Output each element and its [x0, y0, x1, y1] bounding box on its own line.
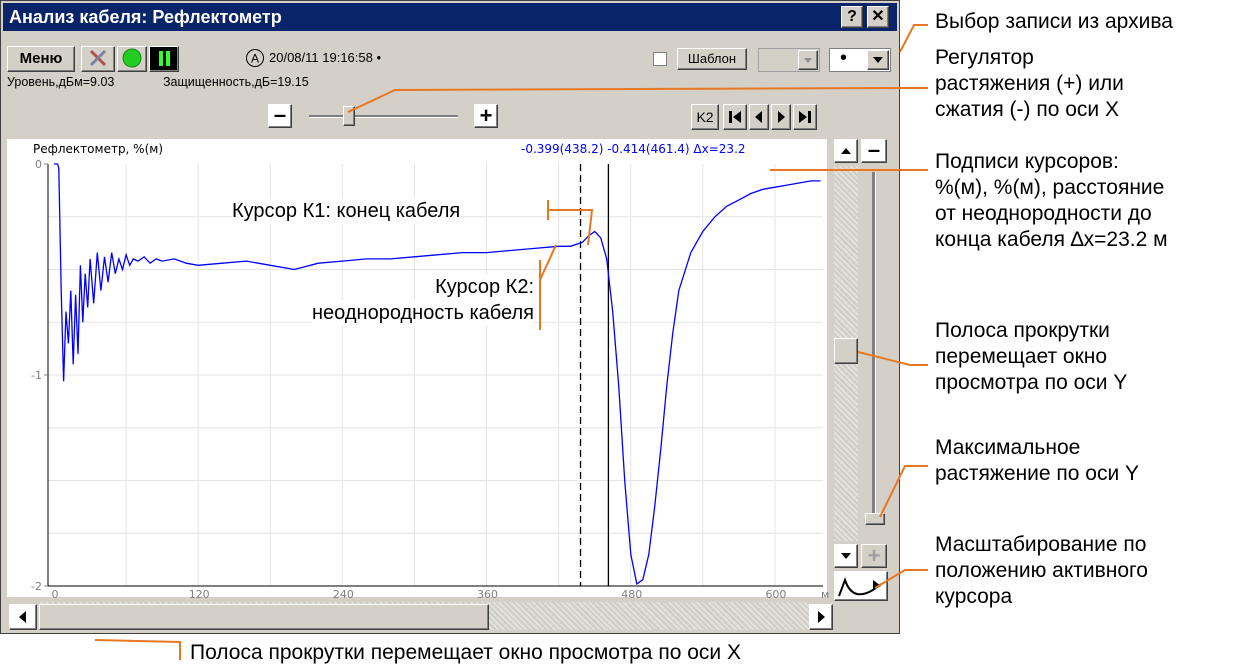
leader-cursor-k2 — [539, 244, 557, 281]
callout-scroll-y: Полоса прокрутки перемещает окно просмот… — [935, 318, 1127, 396]
callout-scroll-y-line: Полоса прокрутки — [935, 319, 1110, 342]
callout-scroll-y-line: перемещает окно — [935, 345, 1108, 368]
callout-stretch-x: Регулятор растяжения (+) или сжатия (-) … — [935, 45, 1124, 123]
callout-max-stretch-y: Максимальное растяжение по оси Y — [935, 435, 1139, 487]
callout-cursor-labels-line: Подписи курсоров: — [935, 150, 1119, 173]
leader-scroll-y — [857, 351, 928, 366]
callout-cursor-k1: Курсор К1: конец кабеля — [232, 198, 461, 224]
callout-max-stretch-y-line: растяжение по оси Y — [935, 462, 1140, 485]
callout-cursor-labels-line: конца кабеля ∆x=23.2 м — [935, 228, 1168, 251]
callout-max-stretch-y-line: Максимальное — [935, 436, 1081, 459]
leader-scroll-x — [94, 639, 181, 660]
callout-cursor-k2-line: неоднородность кабеля — [312, 300, 534, 326]
callout-scroll-x: Полоса прокрутки перемещает окно просмот… — [190, 641, 741, 664]
callout-stretch-x-line: сжатия (-) по оси X — [935, 98, 1120, 121]
callout-stretch-x-line: Регулятор — [935, 46, 1034, 69]
leader-stretch-x — [347, 87, 928, 113]
leader-archive — [899, 24, 928, 53]
callout-stretch-x-line: растяжения (+) или — [935, 72, 1124, 95]
callout-cursor-k2-second: неоднородность кабеля — [305, 300, 534, 326]
callout-cursor-labels-line: %(м), %(м), расстояние — [935, 176, 1165, 199]
callout-archive: Выбор записи из архива — [935, 10, 1173, 33]
callout-scale-by-cursor: Масштабирование по положению активного к… — [935, 532, 1148, 610]
leader-cursor-k1 — [548, 209, 594, 246]
leader-scale-cursor — [874, 569, 928, 589]
callout-cursor-k2: Курсор К2: — [384, 274, 534, 300]
callout-scale-by-cursor-line: курсора — [935, 585, 1013, 608]
callout-scale-by-cursor-line: положению активного — [935, 559, 1148, 582]
callout-scroll-y-line: просмотра по оси Y — [935, 371, 1128, 394]
callout-cursor-k2-line: Курсор К2: — [435, 274, 534, 300]
callout-scale-by-cursor-line: Масштабирование по — [935, 533, 1147, 556]
leader-max-stretch-y — [879, 465, 928, 518]
callout-cursor-labels: Подписи курсоров: %(м), %(м), расстояние… — [935, 149, 1168, 253]
callout-cursor-labels-line: от неоднородности до — [935, 202, 1152, 225]
